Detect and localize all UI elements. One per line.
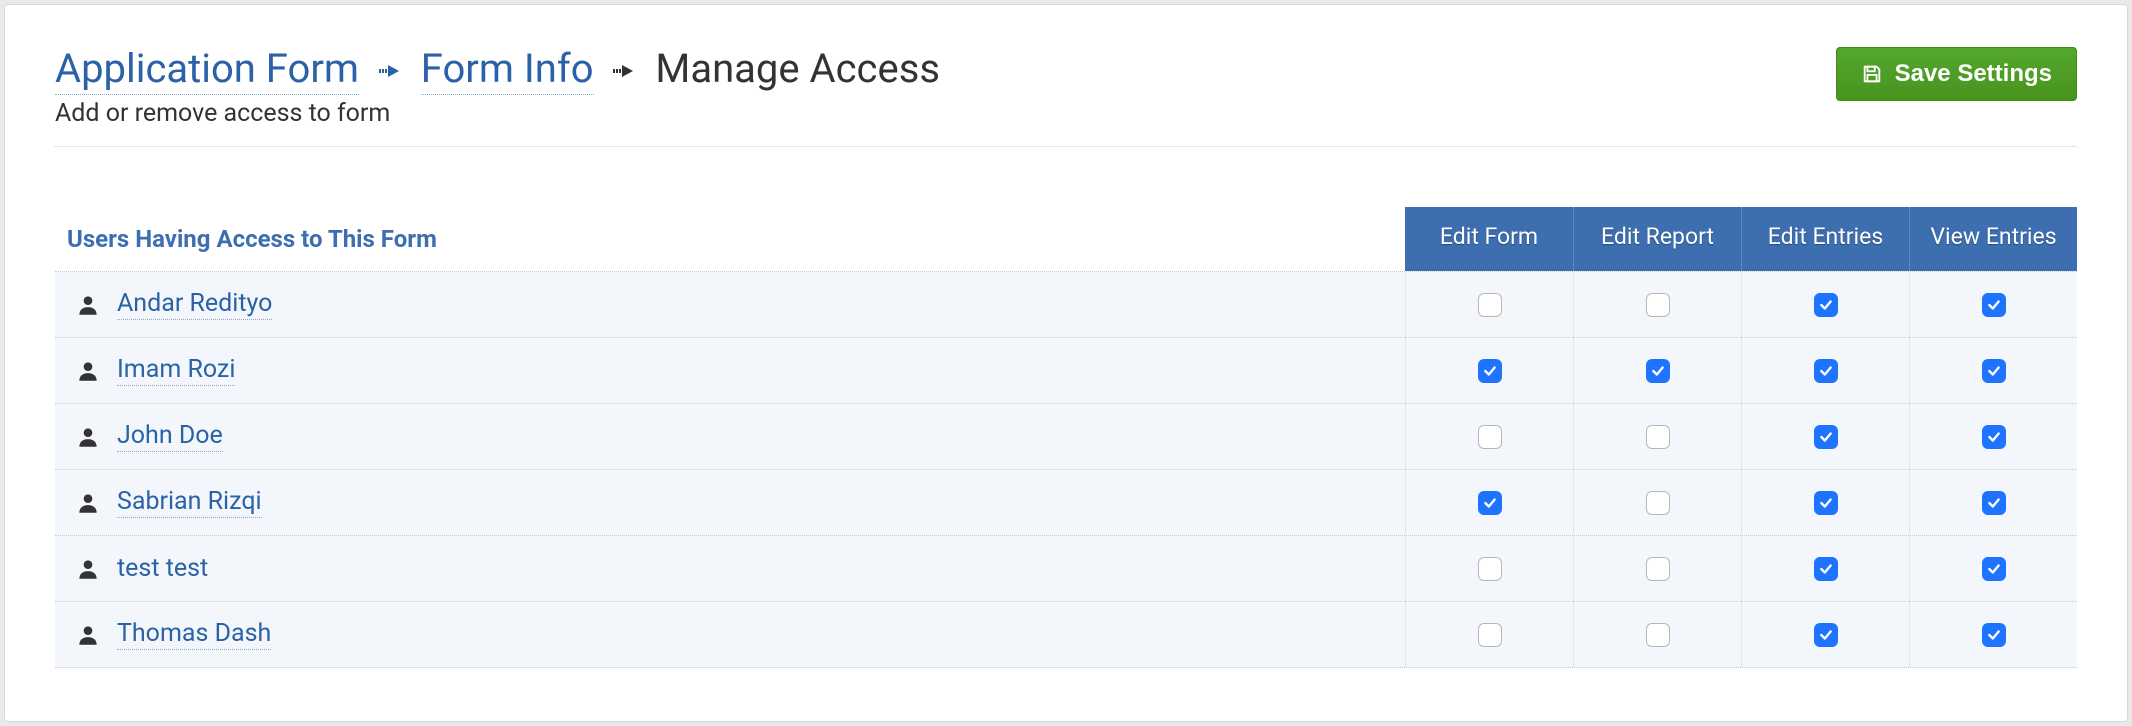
user-cell: Andar Redityo <box>55 275 1405 334</box>
users-column-header: Users Having Access to This Form <box>55 207 1405 271</box>
perm-cell <box>1573 602 1741 667</box>
table-row: Thomas Dash <box>55 602 2077 668</box>
perm-cell <box>1909 602 2077 667</box>
user-cell: Imam Rozi <box>55 341 1405 400</box>
permission-checkbox[interactable] <box>1478 425 1502 449</box>
user-cell: Thomas Dash <box>55 605 1405 664</box>
perm-cell <box>1909 404 2077 469</box>
permission-checkbox[interactable] <box>1982 557 2006 581</box>
breadcrumb-link-application-form[interactable]: Application Form <box>55 45 359 95</box>
permission-checkbox[interactable] <box>1814 557 1838 581</box>
perm-cell <box>1405 404 1573 469</box>
access-table: Users Having Access to This Form Edit Fo… <box>55 207 2077 668</box>
page-subtitle: Add or remove access to form <box>55 99 940 128</box>
user-link[interactable]: Imam Rozi <box>117 355 235 386</box>
breadcrumb-path: Application Form Form Info <box>55 45 940 93</box>
column-header-edit-form: Edit Form <box>1405 207 1573 271</box>
person-icon <box>75 490 101 516</box>
perm-cell <box>1405 536 1573 601</box>
perm-cell <box>1741 602 1909 667</box>
breadcrumb-arrow-icon <box>613 63 635 79</box>
permission-checkbox[interactable] <box>1478 293 1502 317</box>
breadcrumb: Application Form Form Info <box>55 45 940 128</box>
page-header: Application Form Form Info <box>55 45 2077 147</box>
permission-checkbox[interactable] <box>1982 623 2006 647</box>
table-row: test test <box>55 536 2077 602</box>
user-cell: Sabrian Rizqi <box>55 473 1405 532</box>
user-link[interactable]: Sabrian Rizqi <box>117 487 262 518</box>
main-panel: Application Form Form Info <box>4 4 2128 722</box>
perm-cell <box>1573 470 1741 535</box>
permission-checkbox[interactable] <box>1646 293 1670 317</box>
perm-cell <box>1741 536 1909 601</box>
permission-checkbox[interactable] <box>1982 425 2006 449</box>
permission-checkbox[interactable] <box>1982 359 2006 383</box>
permission-checkbox[interactable] <box>1646 491 1670 515</box>
permission-checkbox[interactable] <box>1646 623 1670 647</box>
user-cell: test test <box>55 540 1405 597</box>
permission-checkbox[interactable] <box>1814 425 1838 449</box>
perm-cell <box>1573 338 1741 403</box>
perm-cell <box>1573 272 1741 337</box>
permission-checkbox[interactable] <box>1478 623 1502 647</box>
permission-checkbox[interactable] <box>1646 425 1670 449</box>
table-row: Sabrian Rizqi <box>55 470 2077 536</box>
user-link[interactable]: Andar Redityo <box>117 289 272 320</box>
user-name: test test <box>117 554 208 583</box>
perm-cell <box>1909 470 2077 535</box>
breadcrumb-arrow-icon <box>379 63 401 79</box>
user-cell: John Doe <box>55 407 1405 466</box>
save-icon <box>1861 63 1883 85</box>
column-header-edit-report: Edit Report <box>1573 207 1741 271</box>
person-icon <box>75 424 101 450</box>
permission-checkbox[interactable] <box>1814 293 1838 317</box>
person-icon <box>75 358 101 384</box>
save-settings-button[interactable]: Save Settings <box>1836 47 2077 101</box>
perm-cell <box>1741 404 1909 469</box>
table-header-row: Users Having Access to This Form Edit Fo… <box>55 207 2077 272</box>
perm-cell <box>1573 404 1741 469</box>
permission-checkbox[interactable] <box>1646 359 1670 383</box>
person-icon <box>75 622 101 648</box>
permission-checkbox[interactable] <box>1478 359 1502 383</box>
table-row: Andar Redityo <box>55 272 2077 338</box>
perm-cell <box>1909 338 2077 403</box>
breadcrumb-link-form-info[interactable]: Form Info <box>421 45 594 95</box>
person-icon <box>75 556 101 582</box>
table-row: John Doe <box>55 404 2077 470</box>
user-link[interactable]: Thomas Dash <box>117 619 271 650</box>
permission-checkbox[interactable] <box>1646 557 1670 581</box>
permission-checkbox[interactable] <box>1814 491 1838 515</box>
breadcrumb-current: Manage Access <box>655 45 940 92</box>
perm-cell <box>1741 470 1909 535</box>
table-row: Imam Rozi <box>55 338 2077 404</box>
perm-cell <box>1909 272 2077 337</box>
perm-cell <box>1741 272 1909 337</box>
column-header-edit-entries: Edit Entries <box>1741 207 1909 271</box>
permission-checkbox[interactable] <box>1814 359 1838 383</box>
save-button-label: Save Settings <box>1895 60 2052 88</box>
perm-cell <box>1405 338 1573 403</box>
perm-cell <box>1405 470 1573 535</box>
permission-checkbox[interactable] <box>1814 623 1838 647</box>
perm-cell <box>1909 536 2077 601</box>
permission-checkbox[interactable] <box>1982 293 2006 317</box>
permission-checkbox[interactable] <box>1478 557 1502 581</box>
user-link[interactable]: John Doe <box>117 421 223 452</box>
column-header-view-entries: View Entries <box>1909 207 2077 271</box>
permission-checkbox[interactable] <box>1478 491 1502 515</box>
perm-cell <box>1405 272 1573 337</box>
permission-checkbox[interactable] <box>1982 491 2006 515</box>
person-icon <box>75 292 101 318</box>
perm-cell <box>1573 536 1741 601</box>
perm-cell <box>1741 338 1909 403</box>
perm-cell <box>1405 602 1573 667</box>
